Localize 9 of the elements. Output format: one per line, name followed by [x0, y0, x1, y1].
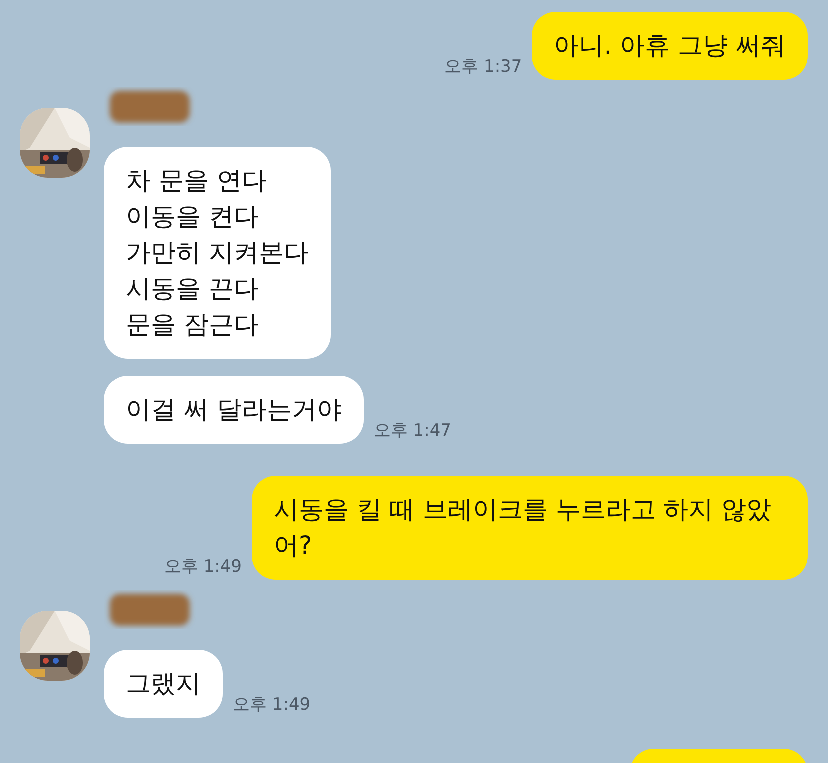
message-bubble: 차 문을 연다 이동을 켠다 가만히 지켜본다 시동을 끈다 문을 잠근다	[104, 147, 331, 359]
message-time: 오후 1:49	[233, 694, 311, 717]
message-bubble: 아니. 아휴 그냥 써줘	[532, 12, 808, 80]
message-bubble: 이걸 써 달라는거야	[104, 376, 364, 444]
message-bubble: 시동을 킬 때 브레이크를 누르라고 하지 않았어?	[252, 476, 808, 580]
message-time: 오후 1:47	[374, 420, 452, 443]
message-bubble: 그랬지	[104, 650, 223, 718]
message-time: 오후 1:37	[444, 56, 522, 79]
message-time: 오후 1:49	[164, 556, 242, 579]
